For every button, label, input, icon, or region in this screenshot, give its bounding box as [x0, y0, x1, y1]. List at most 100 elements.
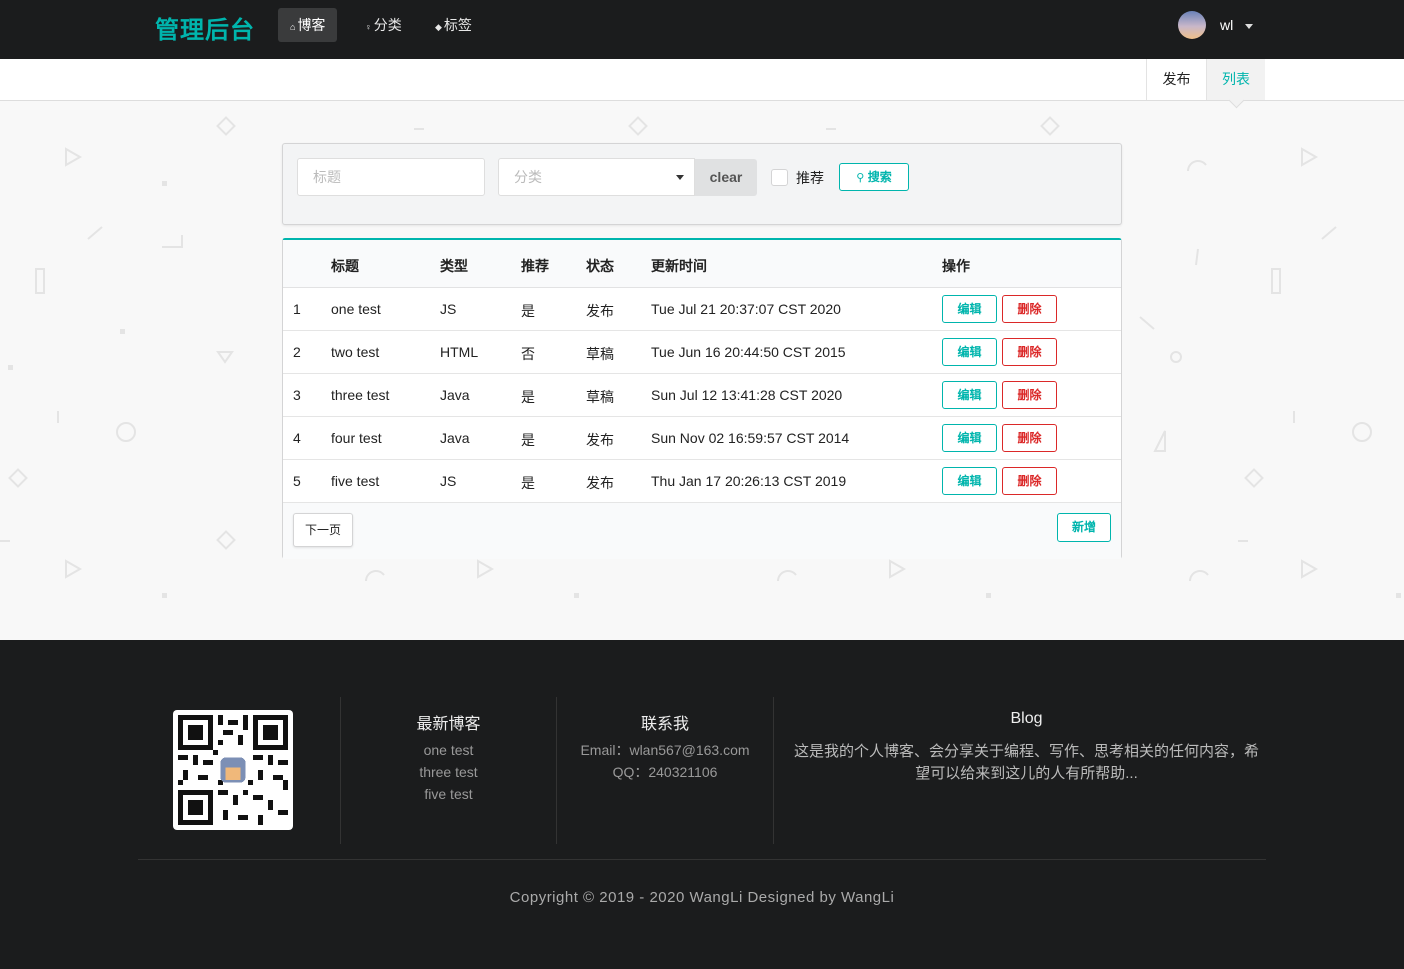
- blog-description: 这是我的个人博客、会分享关于编程、写作、思考相关的任何内容，希望可以给来到这儿的…: [793, 743, 1259, 782]
- delete-button[interactable]: 删除: [1002, 467, 1057, 495]
- recommend-checkbox[interactable]: [771, 169, 788, 186]
- row-status: 发布: [586, 432, 614, 448]
- nav-item-label: 分类: [373, 17, 402, 33]
- row-type: JS: [440, 301, 457, 317]
- nav-item-label: 博客: [297, 17, 326, 33]
- row-number: 1: [293, 301, 301, 317]
- row-title: four test: [331, 430, 382, 446]
- home-icon: ⌂: [290, 22, 296, 32]
- row-number: 3: [293, 387, 301, 403]
- search-button-label: 搜索: [867, 170, 892, 184]
- search-button[interactable]: ⚲ 搜索: [839, 163, 909, 191]
- tag-icon: ◆: [435, 22, 442, 32]
- latest-blog-link[interactable]: one test: [341, 739, 556, 761]
- row-status: 草稿: [586, 346, 614, 362]
- copyright-text: Copyright © 2019 - 2020 WangLi Designed …: [509, 889, 895, 906]
- qr-code-graphic: [178, 715, 288, 825]
- row-title: one test: [331, 301, 381, 317]
- submenu-list[interactable]: 列表: [1206, 59, 1265, 100]
- delete-button[interactable]: 删除: [1002, 295, 1057, 323]
- category-select-placeholder: 分类: [514, 169, 542, 185]
- footer-separator: [138, 859, 1266, 860]
- table-footer: 下一页 新增: [283, 503, 1121, 559]
- row-title: two test: [331, 344, 380, 360]
- col-status: 状态: [586, 258, 614, 274]
- category-select[interactable]: 分类: [498, 158, 695, 196]
- edit-button[interactable]: 编辑: [942, 467, 997, 495]
- qr-code: [173, 710, 293, 830]
- row-title: five test: [331, 473, 380, 489]
- row-title: three test: [331, 387, 390, 403]
- recommend-label: 推荐: [796, 170, 824, 186]
- dropdown-icon: [676, 175, 684, 180]
- contact-qq: QQ：240321106: [612, 764, 718, 780]
- sub-menu: 发布 列表: [0, 59, 1404, 101]
- edit-button[interactable]: 编辑: [942, 424, 997, 452]
- table-row: 5 five test JS 是 发布 Thu Jan 17 20:26:13 …: [283, 460, 1121, 503]
- user-dropdown[interactable]: wl: [1178, 11, 1254, 39]
- search-icon: ⚲: [856, 172, 865, 184]
- table-header: 标题 类型 推荐 状态 更新时间 操作: [283, 240, 1121, 288]
- title-input[interactable]: 标题: [297, 158, 485, 196]
- row-recommend: 是: [521, 432, 535, 448]
- row-number: 5: [293, 473, 301, 489]
- row-number: 2: [293, 344, 301, 360]
- col-type: 类型: [440, 258, 468, 274]
- row-type: Java: [440, 387, 470, 403]
- edit-button[interactable]: 编辑: [942, 381, 997, 409]
- contact-title: 联系我: [640, 716, 689, 733]
- delete-button[interactable]: 删除: [1002, 338, 1057, 366]
- latest-blog-link[interactable]: five test: [341, 783, 556, 805]
- edit-button[interactable]: 编辑: [942, 338, 997, 366]
- row-updated: Thu Jan 17 20:26:13 CST 2019: [651, 473, 847, 489]
- delete-button[interactable]: 删除: [1002, 381, 1057, 409]
- chevron-down-icon: [1245, 23, 1254, 29]
- delete-button[interactable]: 删除: [1002, 424, 1057, 452]
- col-title: 标题: [331, 258, 359, 274]
- row-status: 发布: [586, 303, 614, 319]
- table-row: 1 one test JS 是 发布 Tue Jul 21 20:37:07 C…: [283, 288, 1121, 331]
- row-updated: Sun Jul 12 13:41:28 CST 2020: [651, 387, 843, 403]
- row-number: 4: [293, 430, 301, 446]
- contact-email: Email：wlan567@163.com: [580, 742, 750, 758]
- table-row: 4 four test Java 是 发布 Sun Nov 02 16:59:5…: [283, 417, 1121, 460]
- row-type: Java: [440, 430, 470, 446]
- row-recommend: 是: [521, 475, 535, 491]
- idea-icon: ♀: [365, 22, 372, 32]
- row-type: JS: [440, 473, 457, 489]
- search-form: 标题 分类 clear 推荐 ⚲ 搜索: [282, 143, 1122, 225]
- row-updated: Tue Jul 21 20:37:07 CST 2020: [651, 301, 841, 317]
- top-navbar: 管理后台 ⌂ 博客 ♀ 分类 ◆ 标签 wl: [0, 0, 1404, 59]
- table-row: 3 three test Java 是 草稿 Sun Jul 12 13:41:…: [283, 374, 1121, 417]
- latest-blog-title: 最新博客: [416, 716, 481, 733]
- nav-item-category[interactable]: ♀ 分类: [353, 8, 414, 42]
- row-recommend: 是: [521, 389, 535, 405]
- latest-blog-list: one test three test five test: [341, 739, 556, 805]
- row-recommend: 是: [521, 303, 535, 319]
- submenu-publish[interactable]: 发布: [1146, 59, 1206, 100]
- user-name: wl: [1220, 17, 1234, 33]
- row-recommend: 否: [521, 346, 535, 362]
- col-updated: 更新时间: [651, 258, 707, 274]
- row-type: HTML: [440, 344, 479, 360]
- row-status: 草稿: [586, 389, 614, 405]
- clear-button[interactable]: clear: [695, 159, 757, 196]
- nav-item-blog[interactable]: ⌂ 博客: [278, 8, 338, 42]
- row-status: 发布: [586, 475, 614, 491]
- blog-table: 标题 类型 推荐 状态 更新时间 操作 1 one test JS 是 发布 T…: [282, 238, 1122, 559]
- contact-info: Email：wlan567@163.com QQ：240321106: [557, 739, 773, 783]
- row-updated: Sun Nov 02 16:59:57 CST 2014: [651, 430, 850, 446]
- blog-title: Blog: [1010, 710, 1043, 727]
- next-page-button[interactable]: 下一页: [293, 513, 353, 547]
- nav-item-label: 标签: [443, 17, 472, 33]
- col-recommend: 推荐: [521, 258, 549, 274]
- brand-title[interactable]: 管理后台: [155, 10, 255, 45]
- col-actions: 操作: [942, 258, 970, 274]
- row-updated: Tue Jun 16 20:44:50 CST 2015: [651, 344, 846, 360]
- add-blog-button[interactable]: 新增: [1057, 513, 1111, 542]
- nav-item-tag[interactable]: ◆ 标签: [423, 8, 484, 42]
- latest-blog-link[interactable]: three test: [341, 761, 556, 783]
- footer: 最新博客 one test three test five test 联系我 E…: [0, 640, 1404, 969]
- avatar: [1178, 11, 1206, 39]
- edit-button[interactable]: 编辑: [942, 295, 997, 323]
